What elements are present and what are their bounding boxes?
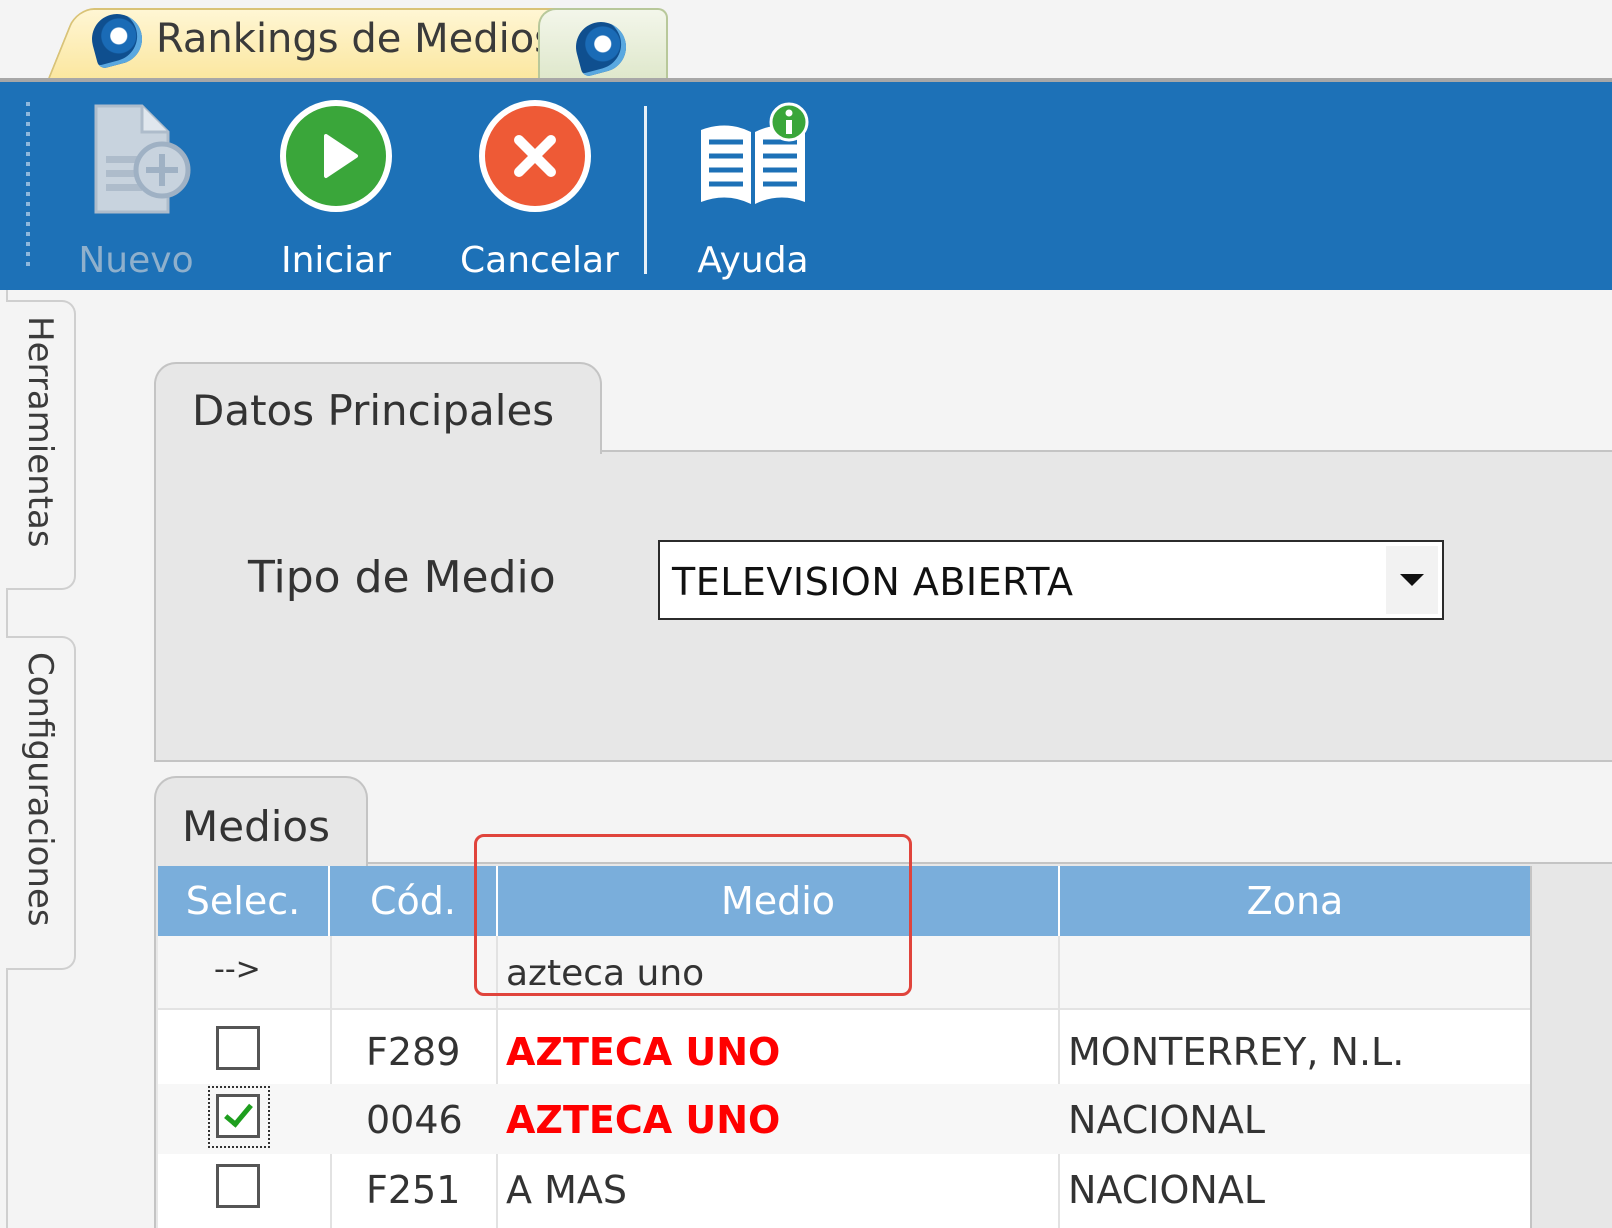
app-logo-icon [86,8,148,70]
cancelar-label: Cancelar [460,240,619,281]
row-select-checkbox[interactable] [216,1026,260,1070]
toolbar-separator [644,106,647,274]
table-row-alt-bg [158,1084,1530,1154]
tipo-de-medio-select[interactable]: TELEVISION ABIERTA [658,540,1444,620]
annotation-highlight-box [474,834,912,996]
tab-medios[interactable]: Medios [154,776,368,866]
cancelar-button[interactable]: Cancelar [460,100,619,281]
tab-rankings-de-medios[interactable]: Rankings de Medios [86,8,556,70]
side-tab-configuraciones[interactable]: Configuraciones [6,636,76,970]
row-medio: AZTECA UNO [506,1030,781,1074]
side-tab-label: Configuraciones [20,652,60,927]
filter-row-marker: --> [214,952,261,987]
ribbon-toolbar: Nuevo Iniciar Cancelar Ayuda [0,78,1612,290]
help-book-icon [701,102,809,204]
row-medio: AZTECA UNO [506,1098,781,1142]
iniciar-button[interactable]: Iniciar [266,100,406,281]
row-code: 0046 [366,1098,463,1142]
row-code: F251 [366,1168,461,1212]
cancel-icon [479,100,591,212]
row-zona: NACIONAL [1068,1168,1265,1212]
group-title: Datos Principales [192,386,555,435]
nuevo-label: Nuevo [78,240,194,281]
tipo-de-medio-value: TELEVISION ABIERTA [672,560,1074,604]
column-divider [1058,936,1060,1228]
side-tab-herramientas[interactable]: Herramientas [6,300,76,590]
column-header-zona[interactable]: Zona [1060,866,1530,936]
tipo-de-medio-label: Tipo de Medio [248,552,556,603]
toolbar-grip[interactable] [26,102,30,272]
play-icon [280,100,392,212]
row-code: F289 [366,1030,461,1074]
column-header-selec[interactable]: Selec. [158,866,330,936]
tab-title: Rankings de Medios [156,16,556,62]
app-logo-icon [570,16,632,78]
tab-secondary[interactable] [538,8,668,78]
nuevo-button[interactable]: Nuevo [66,100,206,281]
tab-datos-principales[interactable]: Datos Principales [154,362,602,454]
row-select-checkbox[interactable] [216,1164,260,1208]
row-zona: MONTERREY, N.L. [1068,1030,1405,1074]
group-title: Medios [182,802,330,851]
ayuda-button[interactable]: Ayuda [688,100,818,281]
side-tab-label: Herramientas [20,316,60,548]
chevron-down-icon[interactable] [1386,546,1438,614]
row-zona: NACIONAL [1068,1098,1265,1142]
column-header-codigo[interactable]: Cód. [330,866,498,936]
row-select-checkbox[interactable] [216,1094,260,1138]
row-medio: A MAS [506,1168,627,1212]
column-divider [330,936,332,1228]
grid-empty-area [1530,866,1612,1228]
ayuda-label: Ayuda [697,240,809,281]
iniciar-label: Iniciar [280,240,392,281]
new-document-icon [94,104,191,214]
